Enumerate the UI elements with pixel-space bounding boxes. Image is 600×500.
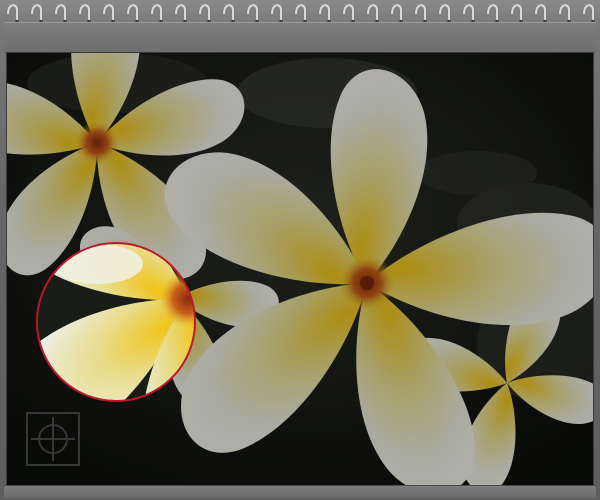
watermark-logo-icon xyxy=(25,411,81,467)
photo-canvas[interactable] xyxy=(6,52,594,486)
calendar-frame xyxy=(0,0,600,500)
calendar-page-bottom-edge xyxy=(4,485,596,498)
magnifier-lens-icon[interactable] xyxy=(36,242,196,402)
calendar-page-top-edge xyxy=(4,22,596,53)
magnified-view xyxy=(38,244,194,400)
